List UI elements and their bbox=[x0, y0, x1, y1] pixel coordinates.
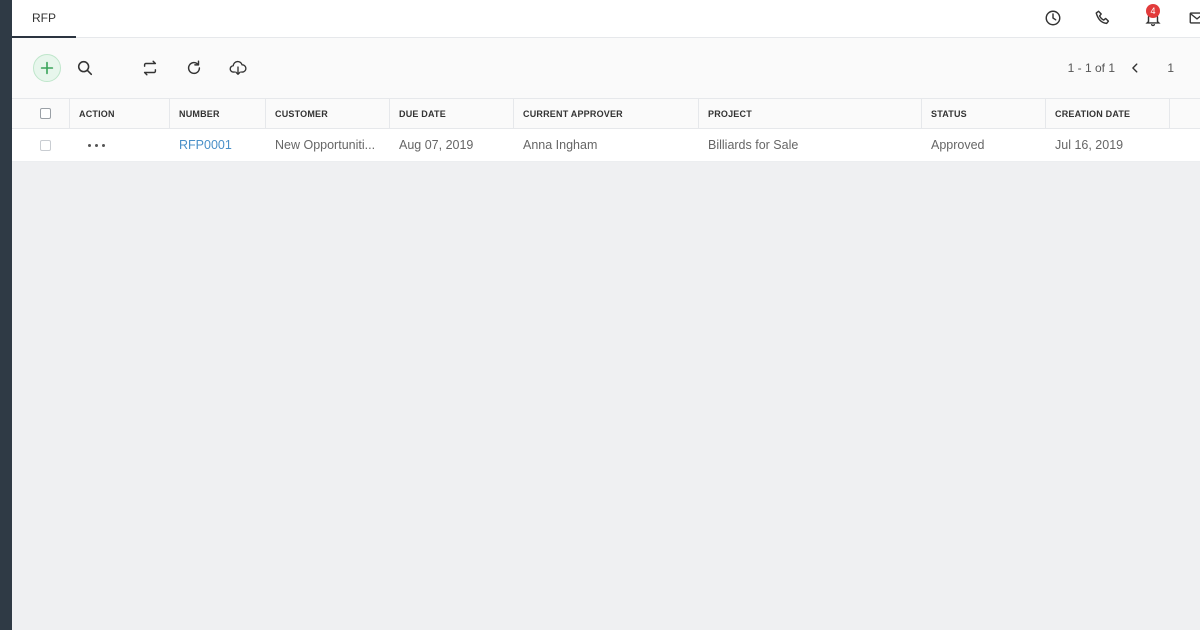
column-header-creation-date[interactable]: CREATION DATE bbox=[1046, 99, 1170, 128]
select-all-cell bbox=[12, 99, 70, 128]
row-actions-button[interactable] bbox=[70, 129, 170, 161]
refresh-icon bbox=[187, 60, 201, 75]
add-icon bbox=[40, 61, 54, 75]
swap-icon bbox=[143, 60, 157, 76]
pager-range-label: 1 - 1 of 1 bbox=[1067, 61, 1115, 75]
select-all-checkbox[interactable] bbox=[40, 108, 51, 119]
current-approver-cell: Anna Ingham bbox=[523, 138, 598, 152]
table-row[interactable]: RFP0001 New Opportuniti... Aug 07, 2019 … bbox=[12, 129, 1200, 162]
rfp-number-link[interactable]: RFP0001 bbox=[170, 129, 266, 161]
page-number[interactable]: 1 bbox=[1167, 61, 1174, 75]
due-date-cell: Aug 07, 2019 bbox=[399, 138, 474, 152]
column-header-project[interactable]: PROJECT bbox=[699, 99, 922, 128]
refresh-button[interactable] bbox=[180, 54, 208, 82]
column-header-number[interactable]: NUMBER bbox=[170, 99, 266, 128]
creation-date-cell: Jul 16, 2019 bbox=[1055, 138, 1124, 152]
download-button[interactable] bbox=[224, 54, 252, 82]
column-header-customer[interactable]: CUSTOMER bbox=[266, 99, 390, 128]
project-cell: Billiards for Sale bbox=[708, 138, 799, 152]
cloud-download-icon bbox=[229, 60, 247, 75]
rfp-table: ACTION NUMBER CUSTOMER DUE DATE CURRENT … bbox=[12, 98, 1200, 162]
column-header-status[interactable]: STATUS bbox=[922, 99, 1046, 128]
search-icon bbox=[77, 60, 93, 76]
table-header: ACTION NUMBER CUSTOMER DUE DATE CURRENT … bbox=[12, 98, 1200, 129]
bell-icon[interactable]: 4 bbox=[1142, 4, 1164, 29]
chevron-left-icon[interactable] bbox=[1124, 57, 1146, 79]
app-window: RFP 4 1 - 1 of 1 1 ACTION NUMBER CUSTOME… bbox=[0, 0, 1200, 630]
main-area: RFP 4 1 - 1 of 1 1 ACTION NUMBER CUSTOME… bbox=[12, 0, 1200, 630]
notification-badge: 4 bbox=[1146, 4, 1160, 18]
column-header-action[interactable]: ACTION bbox=[70, 99, 170, 128]
phone-icon[interactable] bbox=[1092, 7, 1114, 29]
customer-value: New Opportuniti... bbox=[275, 137, 376, 152]
clock-icon[interactable] bbox=[1042, 7, 1064, 29]
search-button[interactable] bbox=[71, 54, 99, 82]
customer-cell: New Opportuniti... bbox=[266, 129, 390, 161]
column-header-current-approver[interactable]: CURRENT APPROVER bbox=[514, 99, 699, 128]
tab-rfp[interactable]: RFP bbox=[12, 0, 76, 38]
row-select-cell bbox=[12, 129, 70, 161]
top-bar: RFP 4 bbox=[12, 0, 1200, 38]
status-cell: Approved bbox=[931, 138, 985, 152]
toolbar: 1 - 1 of 1 1 bbox=[12, 38, 1200, 98]
left-rail bbox=[0, 0, 12, 630]
mail-icon[interactable] bbox=[1186, 7, 1200, 29]
column-header-due-date[interactable]: DUE DATE bbox=[390, 99, 514, 128]
add-button[interactable] bbox=[33, 54, 61, 82]
swap-button[interactable] bbox=[136, 54, 164, 82]
row-checkbox[interactable] bbox=[40, 139, 51, 151]
more-dots-icon bbox=[79, 143, 105, 147]
